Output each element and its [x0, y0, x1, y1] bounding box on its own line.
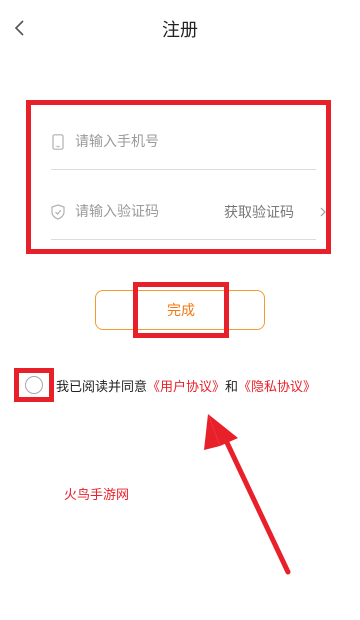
agreement-checkbox[interactable]: [14, 368, 54, 402]
complete-button-label: 完成: [167, 303, 195, 319]
user-agreement-link[interactable]: 《用户协议》: [147, 380, 225, 395]
radio-circle: [25, 376, 43, 394]
verification-code-input[interactable]: [75, 204, 225, 220]
agreement-row: 我已阅读并同意《用户协议》和《隐私协议》: [14, 368, 354, 402]
chevron-right-icon[interactable]: [317, 204, 329, 220]
complete-button-highlight: 完成: [133, 282, 229, 338]
agreement-prefix: 我已阅读并同意: [56, 380, 148, 395]
login-form-highlight: 获取验证码: [26, 100, 331, 254]
privacy-policy-link[interactable]: 《隐私协议》: [238, 380, 316, 395]
get-code-button[interactable]: 获取验证码: [224, 202, 294, 222]
watermark: 火鸟手游网: [64, 488, 130, 503]
phone-input[interactable]: [75, 134, 225, 150]
page-title: 注册: [162, 20, 198, 41]
agreement-text: 我已阅读并同意《用户协议》和《隐私协议》: [56, 376, 316, 395]
divider: [51, 169, 316, 170]
nav-bar: 注册: [0, 0, 360, 56]
phone-icon: [49, 133, 67, 151]
divider: [51, 239, 316, 240]
agreement-and: 和: [225, 380, 239, 395]
shield-icon: [49, 203, 67, 221]
phone-field: [49, 128, 309, 156]
